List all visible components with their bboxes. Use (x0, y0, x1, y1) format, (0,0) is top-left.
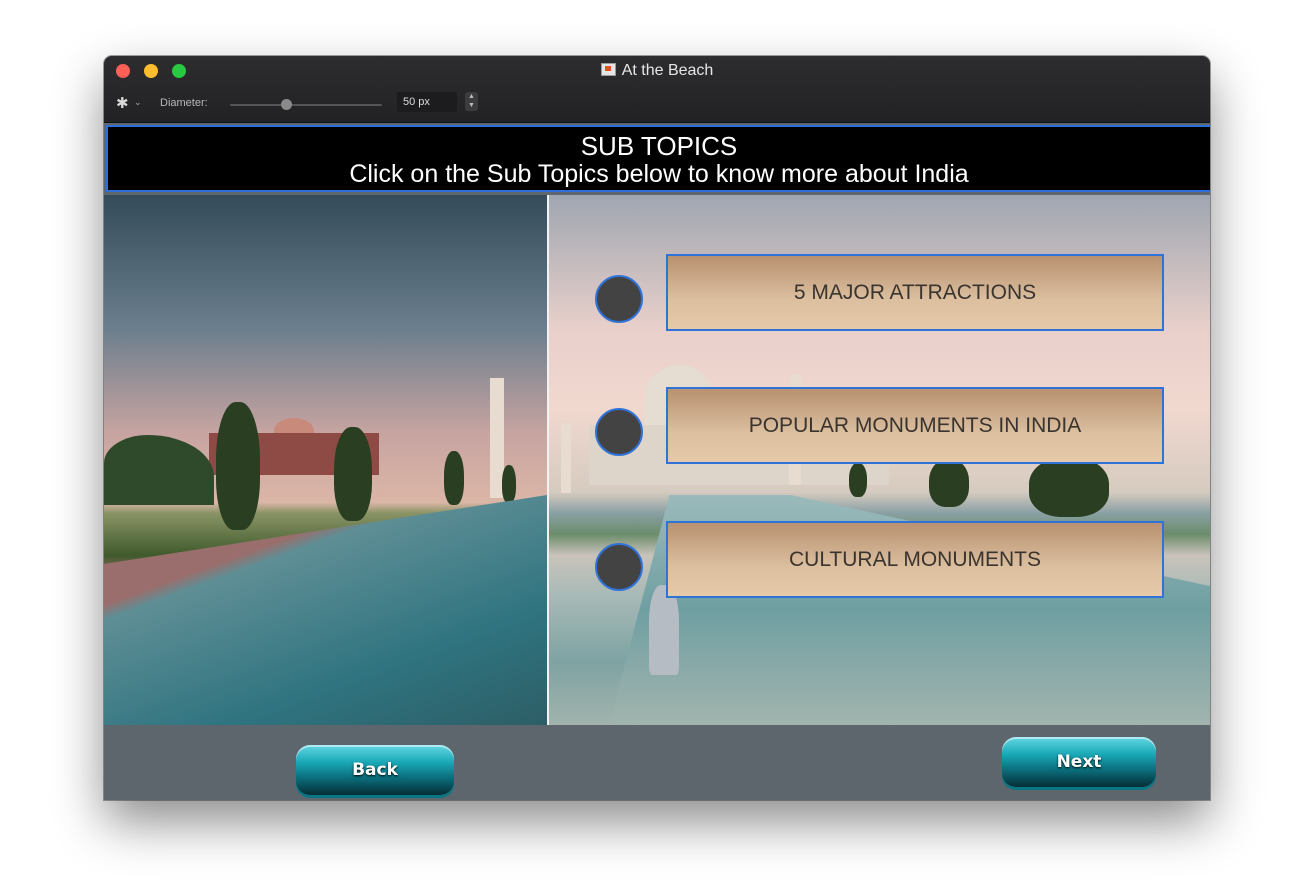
topic-button-cultural-monuments[interactable]: CULTURAL MONUMENTS (666, 521, 1164, 598)
gear-icon[interactable]: ✱ (116, 94, 129, 112)
slide-content: SUB TOPICS Click on the Sub Topics below… (104, 123, 1210, 800)
diameter-slider[interactable] (230, 104, 382, 106)
back-button[interactable]: Back (296, 745, 454, 795)
monument-photo: 5 MAJOR ATTRACTIONS POPULAR MONUMENTS IN… (104, 195, 1210, 725)
diameter-stepper[interactable]: ▲ ▼ (465, 92, 478, 111)
next-button[interactable]: Next (1002, 737, 1156, 787)
header-banner: SUB TOPICS Click on the Sub Topics below… (106, 125, 1210, 192)
chevron-down-icon[interactable]: ⌄ (134, 97, 142, 108)
topic-bullet-2[interactable] (595, 408, 643, 456)
topic-button-major-attractions[interactable]: 5 MAJOR ATTRACTIONS (666, 254, 1164, 331)
window-title-text: At the Beach (621, 62, 714, 79)
topic-bullet-3[interactable] (595, 543, 643, 591)
photo-left-pane (104, 195, 547, 725)
banner-title: SUB TOPICS (580, 131, 738, 161)
document-icon (600, 63, 616, 76)
diameter-slider-knob[interactable] (281, 99, 293, 110)
topic-bullet-1[interactable] (595, 275, 643, 323)
photo-divider (547, 195, 549, 725)
app-window: At the Beach ✱ ⌄ Diameter: 50 px ▲ ▼ SUB … (104, 56, 1210, 800)
diameter-input[interactable]: 50 px (397, 92, 457, 112)
title-bar: At the Beach ✱ ⌄ Diameter: 50 px ▲ ▼ (104, 56, 1210, 123)
window-title: At the Beach (104, 62, 1210, 80)
diameter-label: Diameter: (160, 97, 208, 109)
topic-button-popular-monuments[interactable]: POPULAR MONUMENTS IN INDIA (666, 387, 1164, 464)
banner-subtitle: Click on the Sub Topics below to know mo… (349, 160, 969, 188)
navigation-bar: Back Next (104, 725, 1210, 800)
